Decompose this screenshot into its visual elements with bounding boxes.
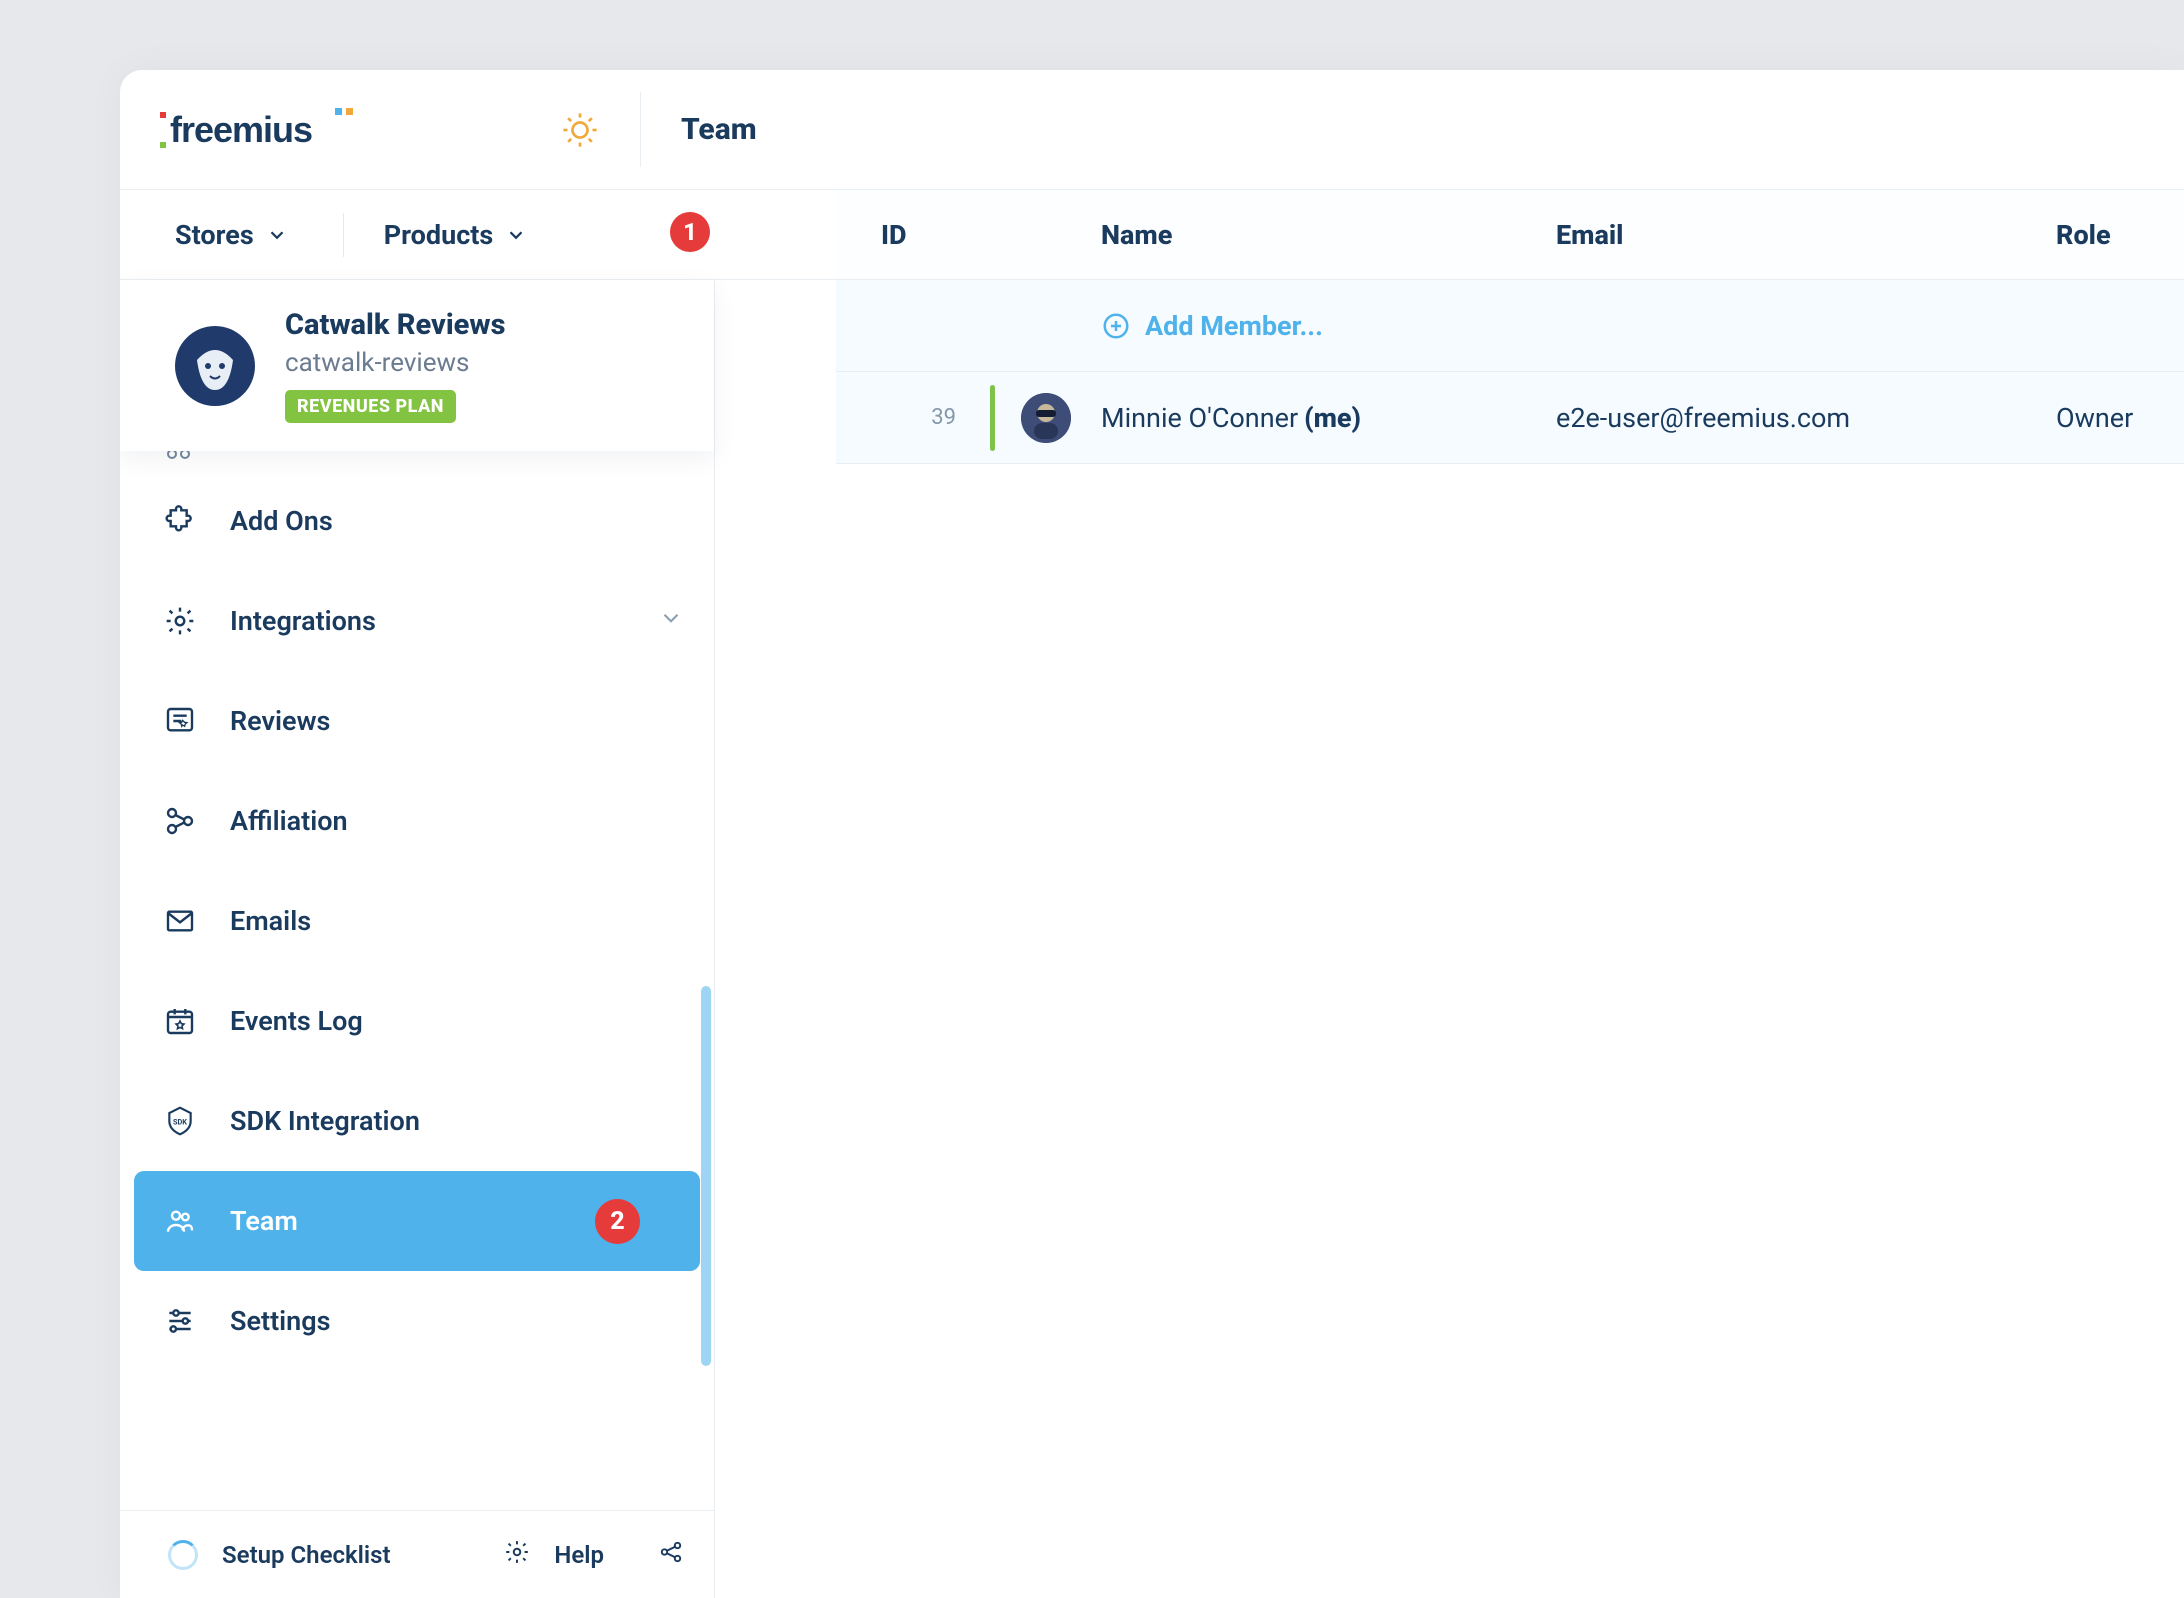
theme-toggle-icon[interactable] <box>560 110 600 150</box>
sidebar-item-team[interactable]: Team 2 <box>134 1171 700 1271</box>
sidebar-scrollbar[interactable] <box>701 986 711 1366</box>
product-name: Catwalk Reviews <box>285 308 505 342</box>
row-id: 39 <box>866 405 976 430</box>
sidebar-item-label: SDK Integration <box>230 1105 684 1137</box>
add-member-label: Add Member... <box>1145 310 1323 342</box>
col-header-id: ID <box>836 219 1101 251</box>
add-member-button[interactable]: Add Member... <box>1101 310 1556 342</box>
app-window: freemius Team <box>120 70 2184 1598</box>
product-slug: catwalk-reviews <box>285 348 505 378</box>
add-member-row[interactable]: Add Member... <box>836 280 2184 372</box>
gear-icon <box>160 605 200 637</box>
products-badge: 1 <box>670 212 710 252</box>
sidebar-item-events-log[interactable]: Events Log <box>120 971 714 1071</box>
row-me-suffix: (me) <box>1304 402 1361 434</box>
row-role: Owner <box>2056 402 2184 434</box>
row-name: Minnie O'Conner <box>1101 402 1298 434</box>
affiliation-icon <box>160 805 200 837</box>
sidebar-item-label: Integrations <box>230 605 628 637</box>
sidebar-item-reviews[interactable]: Reviews <box>120 671 714 771</box>
sidebar-item-label: Emails <box>230 905 684 937</box>
nav-divider <box>343 213 344 257</box>
team-table: ID Name Email Role Add Member... 39 <box>836 190 2184 464</box>
plan-badge: REVENUES PLAN <box>285 390 456 423</box>
team-badge: 2 <box>595 1199 640 1244</box>
svg-text:freemius: freemius <box>170 109 312 150</box>
mail-icon <box>160 905 200 937</box>
chevron-down-icon <box>266 224 288 246</box>
sidebar-footer: Setup Checklist Help <box>120 1510 714 1598</box>
products-label: Products <box>384 219 494 251</box>
chevron-down-icon <box>505 224 527 246</box>
col-header-role: Role <box>2056 219 2184 251</box>
help-gear-icon <box>504 1539 530 1571</box>
circles-icon <box>160 451 200 461</box>
products-dropdown[interactable]: Products <box>374 219 528 251</box>
sidebar-item-label: Add Ons <box>230 505 684 537</box>
topbar-left: freemius <box>120 70 640 189</box>
help-link[interactable]: Help <box>554 1541 604 1569</box>
sidebar-item-label: Reviews <box>230 705 684 737</box>
table-row[interactable]: 39 Minnie O'Conner (me) e2e-user@freemiu… <box>836 372 2184 464</box>
team-icon <box>160 1205 200 1237</box>
sliders-icon <box>160 1305 200 1337</box>
calendar-star-icon <box>160 1005 200 1037</box>
puzzle-icon <box>160 505 200 537</box>
product-avatar <box>175 326 255 406</box>
sidebar: Catwalk Reviews catwalk-reviews REVENUES… <box>120 280 715 1598</box>
table-header-row: ID Name Email Role <box>836 190 2184 280</box>
svg-text:SDK: SDK <box>173 1117 187 1126</box>
sidebar-item-label: Settings <box>230 1305 684 1337</box>
col-header-email: Email <box>1556 219 2056 251</box>
sidebar-scroll[interactable]: Add Ons Integrations <box>120 451 714 1510</box>
row-status-stripe <box>990 385 995 451</box>
body: Catwalk Reviews catwalk-reviews REVENUES… <box>120 280 2184 1598</box>
share-icon[interactable] <box>658 1539 684 1571</box>
sidebar-item-settings[interactable]: Settings <box>120 1271 714 1371</box>
stores-label: Stores <box>175 219 254 251</box>
sidebar-item-label: Affiliation <box>230 805 684 837</box>
topbar: freemius Team <box>120 70 2184 190</box>
chevron-down-icon <box>658 605 684 638</box>
col-header-name: Name <box>1101 219 1556 251</box>
main-content <box>715 280 2184 1598</box>
page-title: Team <box>641 70 757 189</box>
sidebar-item-integrations[interactable]: Integrations <box>120 571 714 671</box>
sidebar-item-addons[interactable]: Add Ons <box>120 471 714 571</box>
review-icon <box>160 705 200 737</box>
sidebar-item-emails[interactable]: Emails <box>120 871 714 971</box>
sidebar-item-label: Team <box>230 1205 565 1237</box>
setup-checklist-link[interactable]: Setup Checklist <box>222 1541 391 1569</box>
sidebar-item-label: Events Log <box>230 1005 684 1037</box>
sidebar-item-partial[interactable] <box>120 451 714 471</box>
avatar <box>1021 393 1071 443</box>
stores-dropdown[interactable]: Stores <box>175 219 343 251</box>
spinner-icon <box>168 1540 198 1570</box>
sidebar-item-sdk-integration[interactable]: SDK SDK Integration <box>120 1071 714 1171</box>
row-email: e2e-user@freemius.com <box>1556 402 2056 434</box>
sidebar-item-affiliation[interactable]: Affiliation <box>120 771 714 871</box>
sdk-icon: SDK <box>160 1105 200 1137</box>
freemius-logo[interactable]: freemius <box>160 106 360 154</box>
product-card[interactable]: Catwalk Reviews catwalk-reviews REVENUES… <box>120 280 714 451</box>
